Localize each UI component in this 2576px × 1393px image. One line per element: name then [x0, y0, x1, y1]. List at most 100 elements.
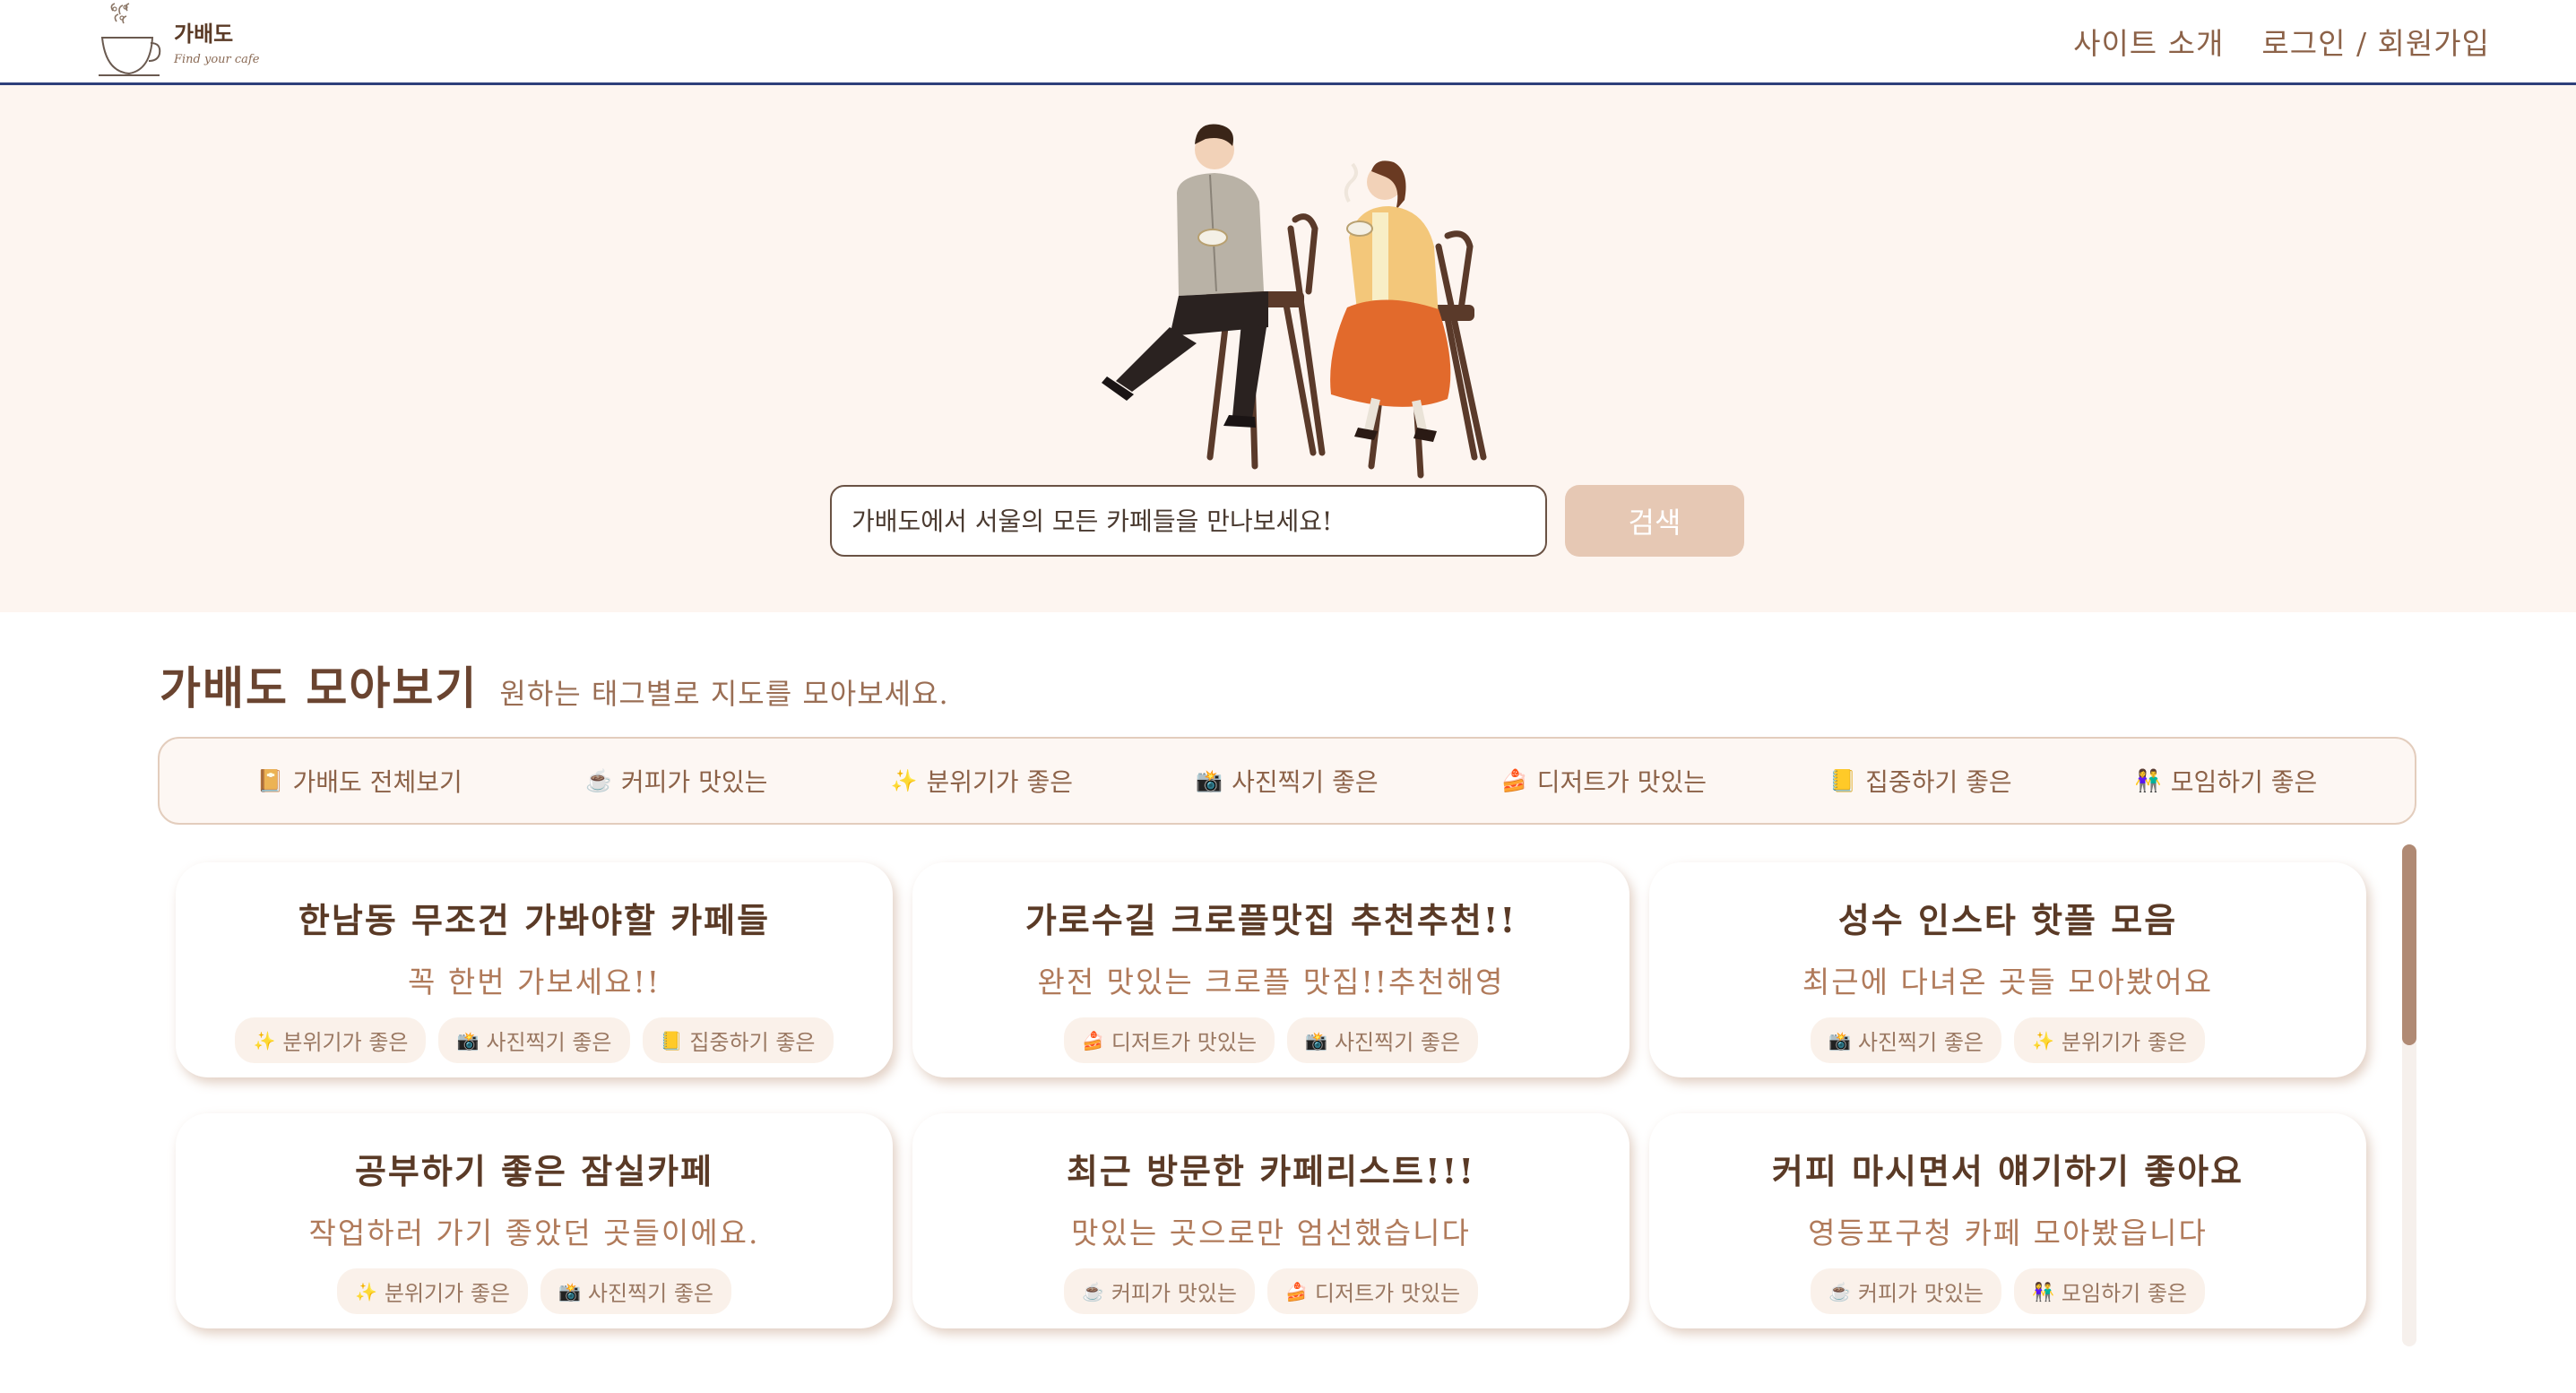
cake-icon: 🍰: [1081, 1029, 1104, 1051]
nav-login-link[interactable]: 로그인 / 회원가입: [2261, 20, 2490, 63]
card-title: 한남동 무조건 가봐야할 카페들: [298, 900, 771, 940]
tag-chip: ☕ 커피가 맛있는: [1810, 1268, 2001, 1314]
people-icon: 👫: [2134, 768, 2162, 793]
chip-label: 집중하기 좋은: [689, 1030, 816, 1055]
card-description: 작업하러 가기 좋았던 곳들이에요.: [308, 1216, 760, 1250]
tag-filter-coffee[interactable]: ☕ 커피가 맛있는: [585, 763, 767, 799]
card-list-scrollbar[interactable]: [2402, 844, 2416, 1346]
camera-icon: 📸: [1196, 768, 1223, 793]
chip-label: 사진찍기 좋은: [486, 1030, 612, 1055]
tag-chip: ☕ 커피가 맛있는: [1063, 1268, 1255, 1314]
card-tags: 🍰 디저트가 맛있는 📸 사진찍기 좋은: [1063, 1017, 1479, 1063]
card-title: 커피 마시면서 얘기하기 좋아요: [1771, 1151, 2244, 1191]
coffee-icon: ☕: [585, 768, 612, 793]
chip-label: 분위기가 좋은: [384, 1281, 510, 1306]
sparkles-icon: ✨: [2032, 1029, 2054, 1051]
couple-drinking-coffee-illustration: [1102, 124, 1487, 479]
chip-label: 커피가 맛있는: [1111, 1281, 1237, 1306]
map-card[interactable]: 최근 방문한 카페리스트!!! 맛있는 곳으로만 엄선했습니다 ☕ 커피가 맛있는…: [912, 1113, 1629, 1328]
tag-chip: ✨ 분위기가 좋은: [235, 1017, 427, 1063]
card-title: 최근 방문한 카페리스트!!!: [1066, 1151, 1476, 1191]
people-icon: 👫: [2032, 1280, 2054, 1302]
card-tags: ✨ 분위기가 좋은 📸 사진찍기 좋은 📒 집중하기 좋은: [235, 1017, 834, 1063]
map-card[interactable]: 한남동 무조건 가봐야할 카페들 꼭 한번 가보세요!! ✨ 분위기가 좋은 📸 사…: [176, 862, 893, 1077]
map-card[interactable]: 공부하기 좋은 잠실카페 작업하러 가기 좋았던 곳들이에요. ✨ 분위기가 좋은…: [176, 1113, 893, 1328]
card-title: 성수 인스타 핫플 모음: [1837, 900, 2178, 940]
tag-label: 모임하기 좋은: [2170, 767, 2318, 797]
camera-icon: 📸: [1828, 1029, 1851, 1051]
chip-label: 모임하기 좋은: [2061, 1281, 2188, 1306]
logo-name: 가배도: [174, 21, 234, 47]
card-description: 영등포구청 카페 모아봤읍니다: [1808, 1216, 2208, 1250]
tag-filter-mood[interactable]: ✨ 분위기가 좋은: [891, 763, 1073, 799]
sparkles-icon: ✨: [354, 1280, 377, 1302]
card-description: 꼭 한번 가보세요!!: [407, 965, 661, 999]
search-button[interactable]: 검색: [1565, 485, 1744, 557]
map-card[interactable]: 커피 마시면서 얘기하기 좋아요 영등포구청 카페 모아봤읍니다 ☕ 커피가 맛있…: [1649, 1113, 2366, 1328]
tag-chip: 📸 사진찍기 좋은: [1287, 1017, 1479, 1063]
section-title: 가배도 모아보기: [160, 662, 479, 714]
chip-label: 사진찍기 좋은: [1857, 1030, 1984, 1055]
tag-label: 사진찍기 좋은: [1232, 767, 1379, 797]
chip-label: 사진찍기 좋은: [587, 1281, 714, 1306]
card-tags: ✨ 분위기가 좋은 📸 사진찍기 좋은: [336, 1268, 732, 1314]
card-description: 맛있는 곳으로만 엄선했습니다: [1071, 1216, 1471, 1250]
camera-icon: 📸: [1305, 1029, 1327, 1051]
map-card[interactable]: 가로수길 크로플맛집 추천추천!! 완전 맛있는 크로플 맛집!!추천해영 🍰 디…: [912, 862, 1629, 1077]
tag-chip: 🍰 디저트가 맛있는: [1063, 1017, 1275, 1063]
camera-icon: 📸: [456, 1029, 480, 1051]
card-tags: ☕ 커피가 맛있는 🍰 디저트가 맛있는: [1063, 1268, 1479, 1314]
tag-label: 디저트가 맛있는: [1536, 767, 1707, 797]
card-description: 완전 맛있는 크로플 맛집!!추천해영: [1037, 965, 1505, 999]
card-tags: ☕ 커피가 맛있는 👫 모임하기 좋은: [1810, 1268, 2206, 1314]
sparkles-icon: ✨: [890, 768, 918, 793]
card-title: 공부하기 좋은 잠실카페: [354, 1151, 714, 1191]
tag-chip: 📸 사진찍기 좋은: [1810, 1017, 2001, 1063]
chip-label: 디저트가 맛있는: [1111, 1030, 1258, 1055]
chip-label: 분위기가 좋은: [2061, 1030, 2188, 1055]
tag-filter-photo[interactable]: 📸 사진찍기 좋은: [1196, 763, 1378, 799]
collection-section-header: 가배도 모아보기 원하는 태그별로 지도를 모아보세요.: [160, 653, 949, 717]
card-description: 최근에 다녀온 곳들 모아봤어요: [1802, 965, 2214, 999]
cake-icon: 🍰: [1500, 768, 1528, 793]
tag-chip: 📸 사진찍기 좋은: [438, 1017, 630, 1063]
tag-label: 집중하기 좋은: [1865, 767, 2012, 797]
search-input[interactable]: [830, 485, 1547, 557]
map-card[interactable]: 성수 인스타 핫플 모음 최근에 다녀온 곳들 모아봤어요 📸 사진찍기 좋은 ✨…: [1649, 862, 2366, 1077]
hero-section: 검색: [0, 85, 2576, 612]
camera-icon: 📸: [558, 1280, 581, 1302]
tag-label: 분위기가 좋은: [926, 767, 1073, 797]
nav-about-link[interactable]: 사이트 소개: [2073, 20, 2224, 63]
section-subtitle: 원하는 태그별로 지도를 모아보세요.: [499, 677, 949, 711]
tag-chip: 📸 사진찍기 좋은: [540, 1268, 732, 1314]
tag-chip: ✨ 분위기가 좋은: [336, 1268, 528, 1314]
cake-icon: 🍰: [1284, 1280, 1308, 1302]
ledger-icon: 📒: [660, 1029, 683, 1051]
notebook-icon: 📔: [256, 768, 284, 793]
tag-filter-focus[interactable]: 📒 집중하기 좋은: [1829, 763, 2011, 799]
site-logo[interactable]: 가배도 Find your cafe: [97, 0, 259, 82]
tag-chip: 👫 모임하기 좋은: [2014, 1268, 2206, 1314]
top-nav: 사이트 소개 로그인 / 회원가입: [2073, 20, 2490, 63]
coffee-icon: ☕: [1828, 1280, 1851, 1302]
tag-label: 커피가 맛있는: [620, 767, 768, 797]
coffee-icon: ☕: [1081, 1280, 1104, 1302]
card-tags: 📸 사진찍기 좋은 ✨ 분위기가 좋은: [1810, 1017, 2206, 1063]
tag-filter-meeting[interactable]: 👫 모임하기 좋은: [2135, 763, 2317, 799]
card-title: 가로수길 크로플맛집 추천추천!!: [1024, 900, 1517, 940]
logo-tagline: Find your cafe: [174, 53, 260, 66]
chip-label: 디저트가 맛있는: [1314, 1281, 1461, 1306]
chip-label: 커피가 맛있는: [1857, 1281, 1984, 1306]
tag-filter-dessert[interactable]: 🍰 디저트가 맛있는: [1501, 763, 1707, 799]
tag-chip: 🍰 디저트가 맛있는: [1266, 1268, 1479, 1314]
chip-label: 분위기가 좋은: [282, 1030, 409, 1055]
scrollbar-thumb[interactable]: [2402, 844, 2416, 1045]
tag-filter-all[interactable]: 📔 가배도 전체보기: [257, 763, 462, 799]
sparkles-icon: ✨: [253, 1029, 276, 1051]
ledger-icon: 📒: [1829, 768, 1857, 793]
chip-label: 사진찍기 좋은: [1334, 1030, 1461, 1055]
tag-filter-bar: 📔 가배도 전체보기 ☕ 커피가 맛있는 ✨ 분위기가 좋은 📸 사진찍기 좋은 🍰 디저…: [158, 737, 2416, 825]
map-card-grid: 한남동 무조건 가봐야할 카페들 꼭 한번 가보세요!! ✨ 분위기가 좋은 📸 사…: [176, 862, 2366, 1346]
tag-label: 가배도 전체보기: [292, 767, 462, 797]
top-header: 가배도 Find your cafe 사이트 소개 로그인 / 회원가입: [0, 0, 2576, 85]
